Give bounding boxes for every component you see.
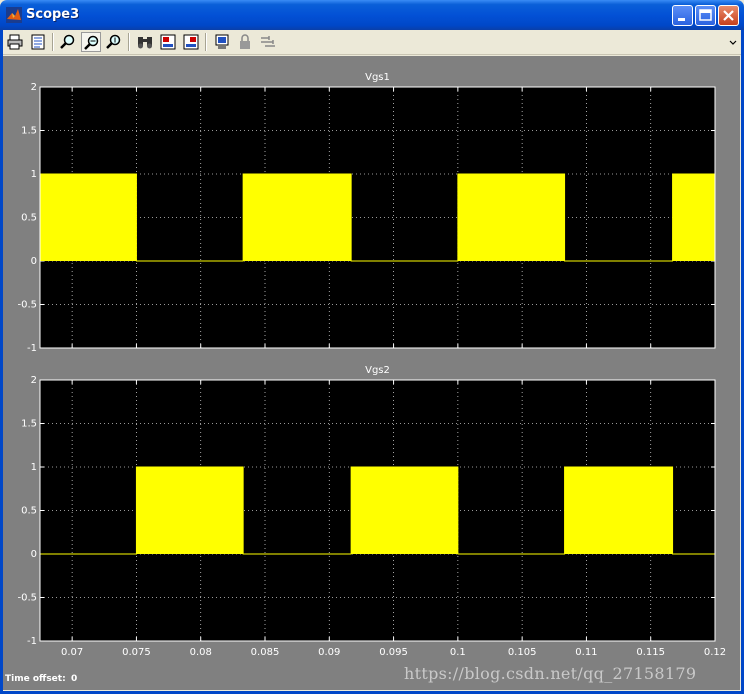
- axes-title: Vgs1: [365, 72, 390, 83]
- x-tick-label: 0.08: [190, 647, 212, 658]
- y-tick-label: -0.5: [17, 593, 37, 604]
- pulse: [351, 467, 458, 554]
- y-tick-label: 2: [31, 375, 37, 386]
- y-tick-label: 0.5: [21, 213, 37, 224]
- axes-title: Vgs2: [365, 365, 390, 376]
- y-tick-label: 1: [31, 169, 37, 180]
- y-tick-label: 0.5: [21, 506, 37, 517]
- pulse: [40, 174, 137, 261]
- scope-axes[interactable]: Vgs1 2 1.5 1 0.5 0 -0.5 -1 Vgs2 2 1.5 1 0.5 0 -0.5 -1 0.…: [0, 0, 744, 694]
- y-tick-label: 0: [31, 549, 37, 560]
- y-tick-label: 2: [31, 82, 37, 93]
- pulse: [136, 467, 244, 554]
- x-tick-label: 0.085: [251, 647, 280, 658]
- y-tick-label: -1: [27, 343, 37, 354]
- x-tick-label: 0.115: [636, 647, 665, 658]
- x-tick-label: 0.07: [61, 647, 83, 658]
- time-offset-label: Time offset:: [5, 674, 66, 684]
- x-tick-label: 0.075: [122, 647, 151, 658]
- y-tick-label: 1: [31, 462, 37, 473]
- y-tick-label: 1.5: [21, 126, 37, 137]
- pulse: [672, 174, 715, 261]
- y-tick-label: -1: [27, 636, 37, 647]
- y-tick-label: -0.5: [17, 300, 37, 311]
- x-tick-label: 0.11: [575, 647, 597, 658]
- pulse: [457, 174, 565, 261]
- x-tick-label: 0.12: [704, 647, 726, 658]
- pulse: [243, 174, 352, 261]
- x-tick-label: 0.095: [379, 647, 408, 658]
- axes-background: [40, 87, 715, 348]
- x-tick-label: 0.105: [508, 647, 537, 658]
- x-tick-label: 0.09: [318, 647, 340, 658]
- y-tick-label: 0: [31, 256, 37, 267]
- time-offset-value: 0: [71, 674, 78, 684]
- x-tick-label: 0.1: [450, 647, 466, 658]
- scope-window: Scope3 Vgs1 2 1.5 1 0.5 0 -0.5 -1 Vgs2 2…: [0, 0, 744, 694]
- watermark-text: https://blog.csdn.net/qq_27158179: [404, 664, 697, 683]
- pulse: [564, 467, 673, 554]
- y-tick-label: 1.5: [21, 419, 37, 430]
